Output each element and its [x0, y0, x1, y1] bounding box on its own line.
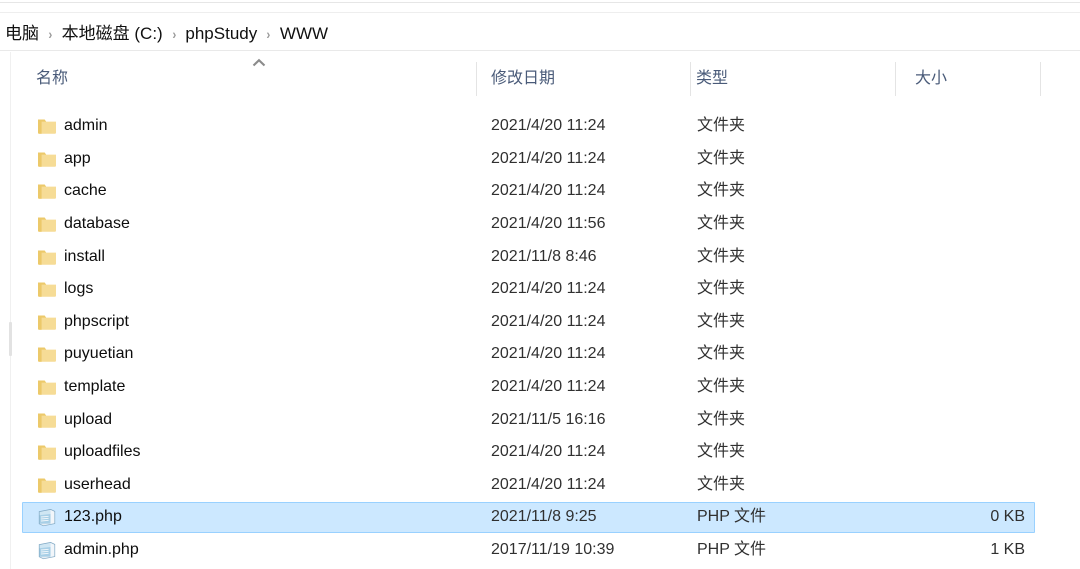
file-name-cell[interactable]: userhead	[64, 475, 131, 495]
folder-icon	[36, 278, 58, 300]
folder-icon	[36, 409, 58, 431]
file-name-cell[interactable]: admin.php	[64, 540, 139, 560]
folder-icon	[36, 343, 58, 365]
date-modified-cell: 2021/4/20 11:24	[491, 182, 606, 200]
file-type-cell: 文件夹	[697, 410, 746, 428]
file-name-cell[interactable]: puyuetian	[64, 344, 133, 364]
column-divider-size-end[interactable]	[1040, 62, 1041, 96]
date-modified-cell: 2021/4/20 11:24	[491, 280, 606, 298]
file-name-cell[interactable]: database	[64, 214, 130, 234]
folder-icon	[36, 246, 58, 268]
folder-icon	[36, 376, 58, 398]
breadcrumb-item-3[interactable]: WWW	[277, 22, 331, 46]
date-modified-cell: 2021/4/20 11:24	[491, 345, 606, 363]
breadcrumb-separator-icon: ›	[266, 26, 271, 42]
folder-icon	[36, 441, 58, 463]
file-type-cell: 文件夹	[697, 378, 746, 396]
ribbon-bottom-divider	[0, 12, 1080, 13]
file-row-selected[interactable]: 123.php 2021/11/8 9:25 PHP 文件 0 KB	[0, 501, 1080, 534]
column-divider-type-size[interactable]	[895, 62, 896, 96]
file-row[interactable]: admin.php 2017/11/19 10:39 PHP 文件 1 KB	[0, 534, 1080, 567]
date-modified-cell: 2017/11/19 10:39	[491, 541, 615, 559]
sort-ascending-icon	[252, 58, 266, 68]
column-header-name[interactable]: 名称	[36, 66, 68, 94]
file-type-cell: PHP 文件	[697, 541, 767, 559]
file-row[interactable]: app 2021/4/20 11:24 文件夹	[0, 143, 1080, 176]
file-row[interactable]: logs 2021/4/20 11:24 文件夹	[0, 273, 1080, 306]
file-name-cell[interactable]: phpscript	[64, 312, 129, 332]
date-modified-cell: 2021/11/8 8:46	[491, 247, 597, 265]
file-name-cell[interactable]: app	[64, 149, 91, 169]
file-row[interactable]: userhead 2021/4/20 11:24 文件夹	[0, 469, 1080, 502]
column-header-date-modified[interactable]: 修改日期	[491, 66, 555, 94]
date-modified-cell: 2021/11/8 9:25	[491, 508, 597, 526]
file-name-cell[interactable]: admin	[64, 116, 108, 136]
file-type-cell: 文件夹	[697, 182, 746, 200]
file-name-cell[interactable]: install	[64, 247, 105, 267]
folder-icon	[36, 115, 58, 137]
breadcrumb-item-2[interactable]: phpStudy	[182, 22, 260, 46]
file-name-cell[interactable]: upload	[64, 410, 112, 430]
file-name-cell[interactable]: 123.php	[64, 507, 122, 527]
breadcrumb-item-1[interactable]: 本地磁盘 (C:)	[59, 22, 166, 46]
date-modified-cell: 2021/4/20 11:24	[491, 149, 606, 167]
file-type-cell: 文件夹	[697, 215, 746, 233]
file-type-cell: 文件夹	[697, 443, 746, 461]
file-name-cell[interactable]: uploadfiles	[64, 442, 141, 462]
file-type-cell: 文件夹	[697, 247, 746, 265]
breadcrumb-separator-icon: ›	[172, 26, 177, 42]
file-name-cell[interactable]: logs	[64, 279, 93, 299]
column-divider-name-date[interactable]	[476, 62, 477, 96]
file-type-cell: 文件夹	[697, 280, 746, 298]
folder-icon	[36, 474, 58, 496]
file-row[interactable]: uploadfiles 2021/4/20 11:24 文件夹	[0, 436, 1080, 469]
column-divider-date-type[interactable]	[690, 62, 691, 96]
date-modified-cell: 2021/4/20 11:24	[491, 312, 606, 330]
file-type-cell: 文件夹	[697, 345, 746, 363]
file-row[interactable]: template 2021/4/20 11:24 文件夹	[0, 371, 1080, 404]
file-row[interactable]: database 2021/4/20 11:56 文件夹	[0, 208, 1080, 241]
file-row[interactable]: cache 2021/4/20 11:24 文件夹	[0, 175, 1080, 208]
file-type-cell: 文件夹	[697, 149, 746, 167]
folder-icon	[36, 311, 58, 333]
folder-icon	[36, 180, 58, 202]
file-list[interactable]: admin 2021/4/20 11:24 文件夹 app 2021/4/20 11:2…	[0, 110, 1080, 569]
date-modified-cell: 2021/4/20 11:24	[491, 443, 606, 461]
file-type-cell: 文件夹	[697, 475, 746, 493]
file-explorer-window: 电脑 › 本地磁盘 (C:) › phpStudy › WWW 名称 修改日期 类型 大小 …	[0, 0, 1080, 569]
file-size-cell: 0 KB	[990, 508, 1025, 526]
file-type-cell: PHP 文件	[697, 508, 767, 526]
file-row[interactable]: puyuetian 2021/4/20 11:24 文件夹	[0, 338, 1080, 371]
breadcrumb-item-0[interactable]: 电脑	[2, 22, 42, 46]
breadcrumb[interactable]: 电脑 › 本地磁盘 (C:) › phpStudy › WWW	[2, 22, 331, 46]
date-modified-cell: 2021/4/20 11:24	[491, 117, 606, 135]
column-header-row: 名称 修改日期 类型 大小	[14, 55, 1060, 96]
file-name-cell[interactable]: cache	[64, 181, 107, 201]
folder-icon	[36, 148, 58, 170]
date-modified-cell: 2021/4/20 11:56	[491, 215, 606, 233]
file-name-cell[interactable]: template	[64, 377, 125, 397]
date-modified-cell: 2021/4/20 11:24	[491, 475, 606, 493]
file-type-cell: 文件夹	[697, 312, 746, 330]
php-file-icon	[36, 539, 58, 561]
file-type-cell: 文件夹	[697, 117, 746, 135]
column-header-size[interactable]: 大小	[915, 66, 947, 94]
breadcrumb-separator-icon: ›	[48, 26, 53, 42]
file-row[interactable]: phpscript 2021/4/20 11:24 文件夹	[0, 306, 1080, 339]
file-row[interactable]: admin 2021/4/20 11:24 文件夹	[0, 110, 1080, 143]
date-modified-cell: 2021/11/5 16:16	[491, 410, 606, 428]
file-size-cell: 1 KB	[990, 541, 1025, 559]
window-top-divider	[0, 2, 1080, 3]
column-header-type[interactable]: 类型	[696, 66, 728, 94]
php-file-icon	[36, 506, 58, 528]
date-modified-cell: 2021/4/20 11:24	[491, 378, 606, 396]
folder-icon	[36, 213, 58, 235]
address-bar-underline	[0, 50, 1080, 51]
file-row[interactable]: upload 2021/11/5 16:16 文件夹	[0, 403, 1080, 436]
address-bar[interactable]: 电脑 › 本地磁盘 (C:) › phpStudy › WWW	[0, 17, 1080, 51]
file-row[interactable]: install 2021/11/8 8:46 文件夹	[0, 240, 1080, 273]
